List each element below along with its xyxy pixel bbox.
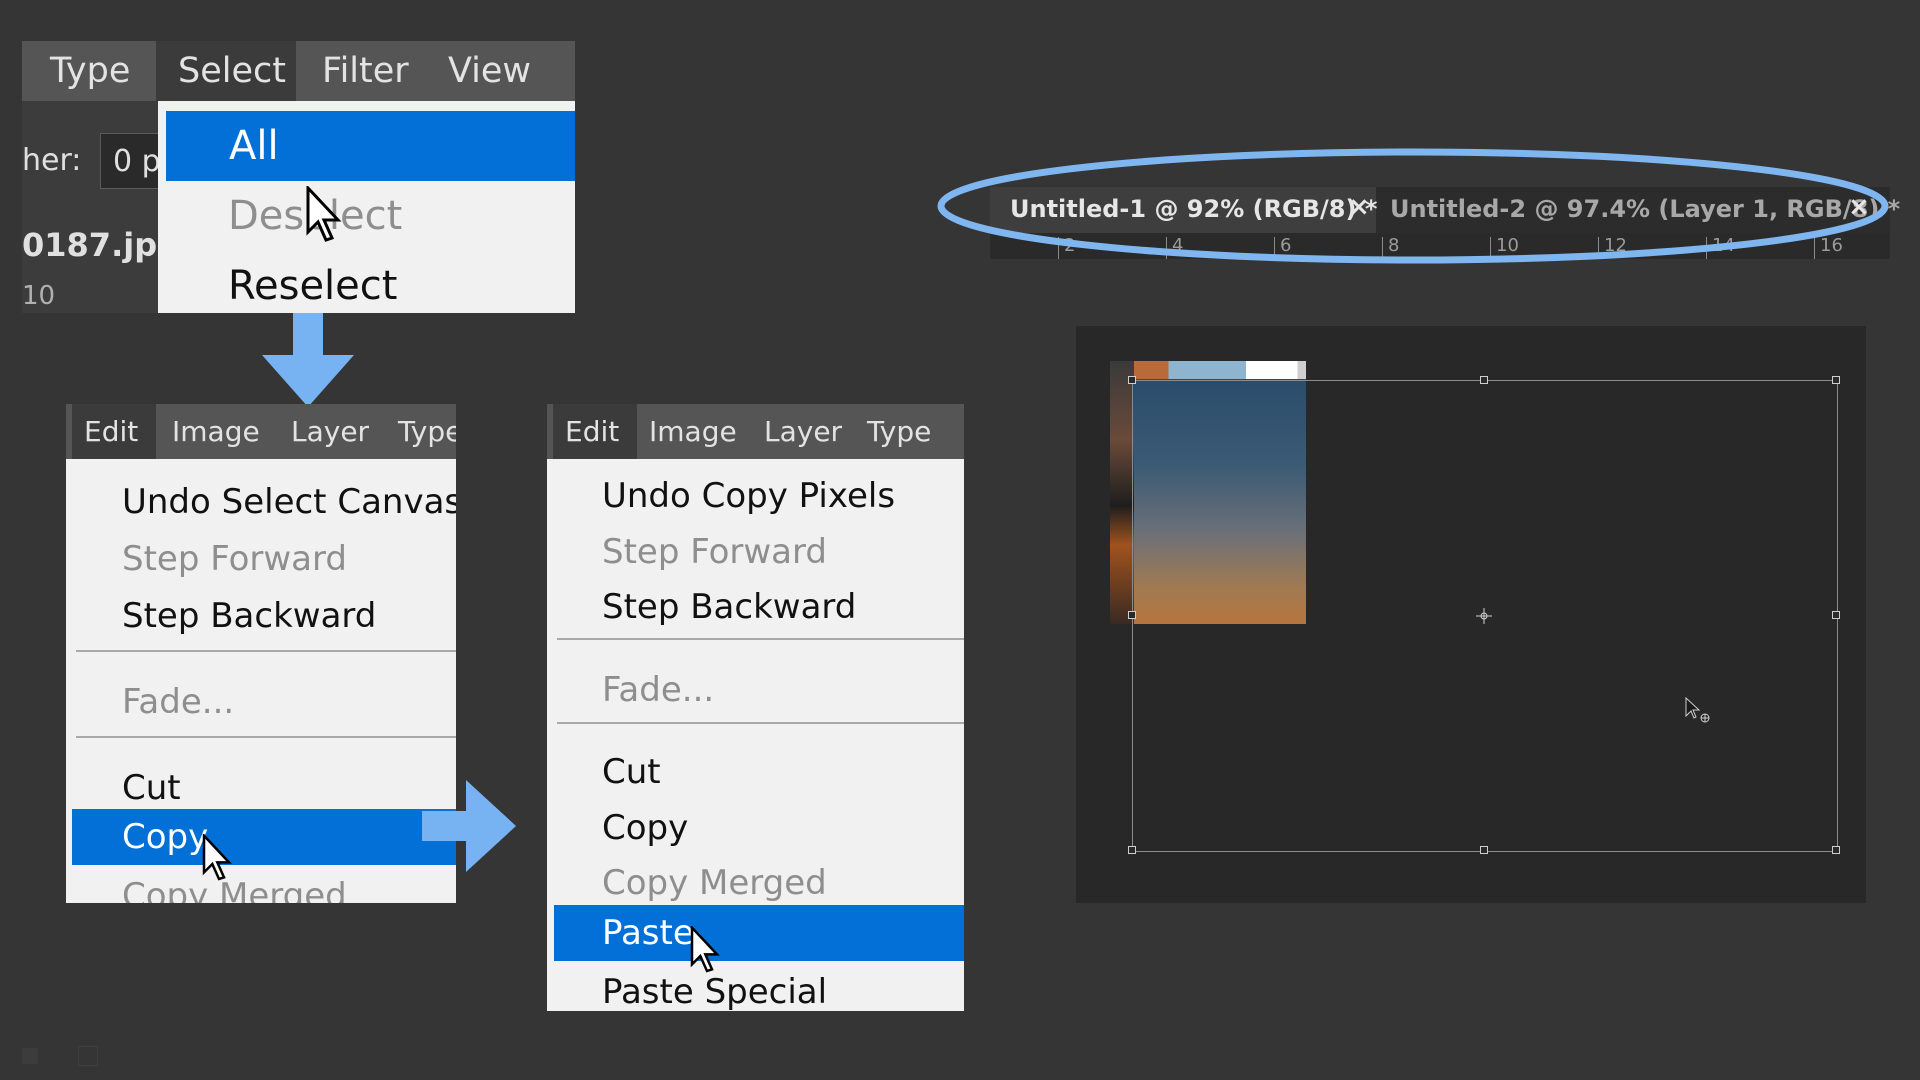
menu-item-label: Reselect	[228, 263, 398, 309]
menu-item-label: Paste Special	[602, 972, 828, 1011]
edit-menu-paste-screenshot: Edit Image Layer Type Undo Copy Pixels S…	[547, 404, 964, 1011]
flow-arrow-right-icon	[422, 780, 516, 872]
menu-item-label: Step Forward	[122, 539, 347, 579]
menu-item-label: Undo Select Canvas	[122, 482, 456, 522]
menu-filter[interactable]: Filter	[322, 41, 409, 101]
menu-item-cut[interactable]: Cut	[547, 744, 964, 800]
menu-item-label: Copy	[122, 817, 209, 857]
transform-handle[interactable]	[1832, 611, 1840, 619]
highlight-ellipse	[937, 148, 1889, 264]
menu-item-label: Copy	[602, 808, 689, 848]
mouse-pointer-icon	[690, 926, 720, 973]
menu-bar: Edit Image Layer Type	[66, 404, 456, 459]
transform-handle[interactable]	[1128, 376, 1136, 384]
menu-image[interactable]: Image	[172, 404, 260, 459]
menu-item-label: Step Backward	[602, 587, 857, 627]
menu-item-step-forward[interactable]: Step Forward	[66, 531, 456, 587]
menu-item-step-backward[interactable]: Step Backward	[66, 588, 456, 644]
transform-handle[interactable]	[1480, 846, 1488, 854]
flow-arrow-down-icon	[262, 313, 354, 407]
menu-item-step-forward[interactable]: Step Forward	[547, 524, 964, 580]
menu-item-cut[interactable]: Cut	[66, 760, 456, 816]
menu-item-copy-merged[interactable]: Copy Merged	[66, 868, 456, 903]
menu-select[interactable]: Select	[156, 41, 296, 101]
menu-item-undo[interactable]: Undo Select Canvas	[66, 474, 456, 530]
menu-view[interactable]: View	[448, 41, 531, 101]
photo-left-strip	[1110, 361, 1134, 624]
menu-layer[interactable]: Layer	[764, 404, 842, 459]
menu-separator	[76, 650, 456, 652]
transform-handle[interactable]	[1832, 376, 1840, 384]
document-name: 0187.jpg	[22, 226, 172, 264]
menu-item-paste-special[interactable]: Paste Special	[547, 964, 964, 1011]
menu-item-all[interactable]: All	[166, 111, 575, 181]
document-canvas-area	[1076, 326, 1866, 903]
menu-type[interactable]: Type	[50, 41, 150, 101]
menu-bar: Type Select Filter View	[22, 41, 575, 101]
menu-separator	[76, 736, 456, 738]
menu-type[interactable]: Type	[867, 404, 931, 459]
menu-edit[interactable]: Edit	[553, 404, 637, 459]
select-menu-screenshot: Type Select Filter View her: 0 p 0187.jp…	[22, 41, 575, 313]
menu-item-label: Fade...	[602, 670, 715, 710]
mouse-pointer-icon	[202, 834, 232, 881]
menu-item-fade[interactable]: Fade...	[547, 662, 964, 718]
menu-item-label: Cut	[602, 752, 661, 792]
menu-item-deselect[interactable]: Deselect	[158, 181, 575, 251]
select-dropdown: All Deselect Reselect	[158, 101, 575, 313]
edit-menu-copy-screenshot: Edit Image Layer Type Undo Select Canvas…	[66, 404, 456, 903]
transform-handle[interactable]	[1128, 846, 1136, 854]
menu-item-fade[interactable]: Fade...	[66, 674, 456, 730]
menu-item-step-backward[interactable]: Step Backward	[547, 579, 964, 635]
ruler-number: 10	[22, 281, 56, 311]
faint-icon	[22, 1048, 38, 1064]
menu-separator	[557, 722, 964, 724]
menu-item-copy-merged[interactable]: Copy Merged	[547, 855, 964, 911]
transform-handle[interactable]	[1832, 846, 1840, 854]
menu-item-copy[interactable]: Copy	[547, 800, 964, 856]
options-label: her:	[22, 143, 82, 178]
options-value: 0 p	[113, 144, 161, 179]
menu-item-label: Paste	[602, 913, 694, 953]
photo-top-strip	[1134, 361, 1306, 379]
transform-handle[interactable]	[1480, 376, 1488, 384]
menu-item-paste[interactable]: Paste	[554, 905, 964, 961]
menu-item-reselect[interactable]: Reselect	[158, 251, 575, 313]
menu-layer[interactable]: Layer	[291, 404, 369, 459]
menu-item-label: Cut	[122, 768, 181, 808]
menu-edit[interactable]: Edit	[72, 404, 156, 459]
menu-item-undo[interactable]: Undo Copy Pixels	[547, 468, 964, 524]
menu-item-label: All	[229, 123, 279, 169]
menu-separator	[557, 638, 964, 640]
menu-item-label: Step Forward	[602, 532, 827, 572]
menu-item-label: Undo Copy Pixels	[602, 476, 896, 516]
mouse-pointer-icon	[306, 186, 342, 242]
menu-bar: Edit Image Layer Type	[547, 404, 964, 459]
menu-item-label: Step Backward	[122, 596, 377, 636]
transform-handle[interactable]	[1128, 611, 1136, 619]
move-cursor-icon	[1685, 696, 1710, 723]
reference-point-icon	[1476, 608, 1492, 624]
faint-icon	[78, 1046, 98, 1066]
menu-type[interactable]: Type	[398, 404, 456, 459]
menu-item-label: Fade...	[122, 682, 235, 722]
menu-image[interactable]: Image	[649, 404, 737, 459]
menu-item-label: Copy Merged	[602, 863, 827, 903]
menu-item-copy[interactable]: Copy	[72, 809, 456, 865]
